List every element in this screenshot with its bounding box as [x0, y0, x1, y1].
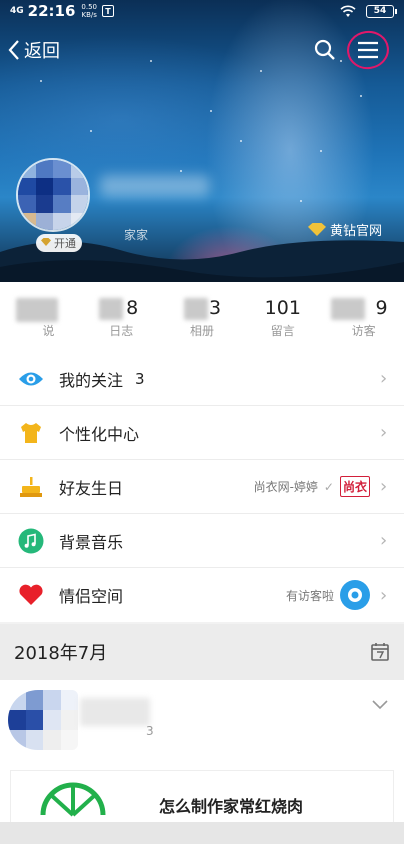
music-icon	[18, 528, 44, 554]
status-time: 22:16	[27, 2, 76, 20]
stat-messages[interactable]: 101 留言	[242, 282, 323, 352]
menu-label: 情侣空间	[59, 587, 124, 606]
stat-diary[interactable]: 8 日志	[81, 282, 162, 352]
menu-label: 个性化中心	[59, 424, 140, 444]
chevron-right-icon: ›	[380, 422, 388, 443]
network-indicator: 4G	[10, 6, 24, 16]
blurred-count	[331, 298, 366, 320]
profile-subname: 家家	[124, 228, 149, 242]
more-menu-button[interactable]	[344, 28, 392, 72]
menu-item-personalization[interactable]: 个性化中心 ›	[0, 406, 404, 460]
bottom-edge	[0, 822, 404, 844]
calendar-icon[interactable]	[370, 642, 390, 662]
sim-badge: T	[102, 5, 114, 17]
stats-bar: 说 8 日志 3 相册 101 留言 9 访客	[0, 282, 404, 352]
stat-number: 3	[208, 296, 222, 319]
stat-label: 相册	[189, 323, 214, 338]
shirt-icon	[18, 420, 44, 446]
top-nav: 返回	[0, 28, 404, 72]
profile-cover[interactable]: 4G 22:16 0.50 KB/s T 54 返回 开通 家家 黄钻官网	[0, 0, 404, 282]
chevron-right-icon: ›	[380, 476, 388, 497]
feed-name-blurred	[80, 698, 150, 726]
wifi-icon	[340, 5, 356, 17]
birthday-info: 尚衣网-婷婷 ✓ 尚衣	[254, 476, 370, 497]
feed-avatar[interactable]	[8, 690, 78, 750]
timeline-header: 2018年7月	[0, 624, 404, 680]
chevron-right-icon: ›	[380, 584, 388, 606]
blurred-count	[183, 298, 208, 320]
blurred-count	[16, 298, 58, 322]
diamond-icon	[307, 223, 326, 236]
feature-list: 我的关注 3 › 个性化中心 › 好友生日 尚衣网-婷婷 ✓ 尚衣 › 背景音乐…	[0, 352, 404, 622]
search-icon[interactable]	[314, 39, 336, 61]
heart-icon	[18, 582, 44, 608]
stat-number: 101	[264, 296, 301, 319]
chevron-right-icon: ›	[380, 530, 388, 551]
app-screen: 4G 22:16 0.50 KB/s T 54 返回 开通 家家 黄钻官网 说 …	[0, 0, 404, 844]
avatar[interactable]	[16, 158, 90, 232]
profile-block: 开通	[16, 158, 90, 252]
stat-label: 日志	[109, 323, 134, 338]
menu-label: 好友生日	[59, 478, 124, 498]
profile-name-blurred	[100, 175, 210, 197]
stat-label: 说	[42, 323, 55, 338]
back-button[interactable]: 返回	[0, 37, 60, 63]
stat-label: 访客	[351, 323, 376, 338]
eye-icon	[18, 366, 44, 392]
menu-item-couple-space[interactable]: 情侣空间 有访客啦 ›	[0, 568, 404, 622]
timeline-date: 2018年7月	[14, 643, 108, 664]
following-count: 3	[135, 369, 145, 388]
visitor-text: 有访客啦	[285, 588, 334, 603]
stat-label: 留言	[270, 323, 295, 338]
brand-logo: 尚衣	[339, 476, 370, 497]
back-label: 返回	[24, 41, 60, 62]
battery-indicator: 54	[366, 4, 397, 18]
chevron-down-icon[interactable]	[372, 700, 388, 710]
menu-label: 背景音乐	[59, 532, 124, 552]
menu-item-music[interactable]: 背景音乐 ›	[0, 514, 404, 568]
stat-visitors[interactable]: 9 访客	[323, 282, 404, 352]
check-icon: ✓	[323, 479, 334, 494]
birthday-friend: 尚衣网-婷婷	[253, 480, 318, 494]
feed-meta: 3	[146, 724, 154, 738]
card-title: 怎么制作家常红烧肉	[159, 797, 304, 816]
stat-number: 8	[126, 296, 139, 319]
visitor-notice: 有访客啦	[286, 580, 370, 610]
visitor-icon	[340, 580, 370, 610]
status-bar: 4G 22:16 0.50 KB/s T 54	[0, 0, 404, 22]
network-speed: 0.50 KB/s	[81, 3, 97, 19]
menu-item-birthdays[interactable]: 好友生日 尚衣网-婷婷 ✓ 尚衣 ›	[0, 460, 404, 514]
vip-open-badge[interactable]: 开通	[36, 234, 82, 252]
menu-item-following[interactable]: 我的关注 3 ›	[0, 352, 404, 406]
chevron-right-icon: ›	[380, 368, 388, 389]
menu-label: 我的关注	[59, 370, 124, 390]
blurred-count	[98, 298, 123, 320]
chevron-left-icon	[8, 40, 19, 60]
stat-album[interactable]: 3 相册	[162, 282, 243, 352]
vip-label: 黄钻官网	[329, 224, 382, 239]
stat-number: 9	[375, 296, 388, 319]
stat-shuoshuo[interactable]: 说	[0, 282, 81, 352]
feed-item[interactable]: 3 怎么制作家常红烧肉	[0, 680, 404, 844]
vip-link[interactable]: 黄钻官网	[307, 220, 382, 239]
cake-icon	[18, 474, 44, 500]
highlight-circle	[344, 28, 392, 72]
